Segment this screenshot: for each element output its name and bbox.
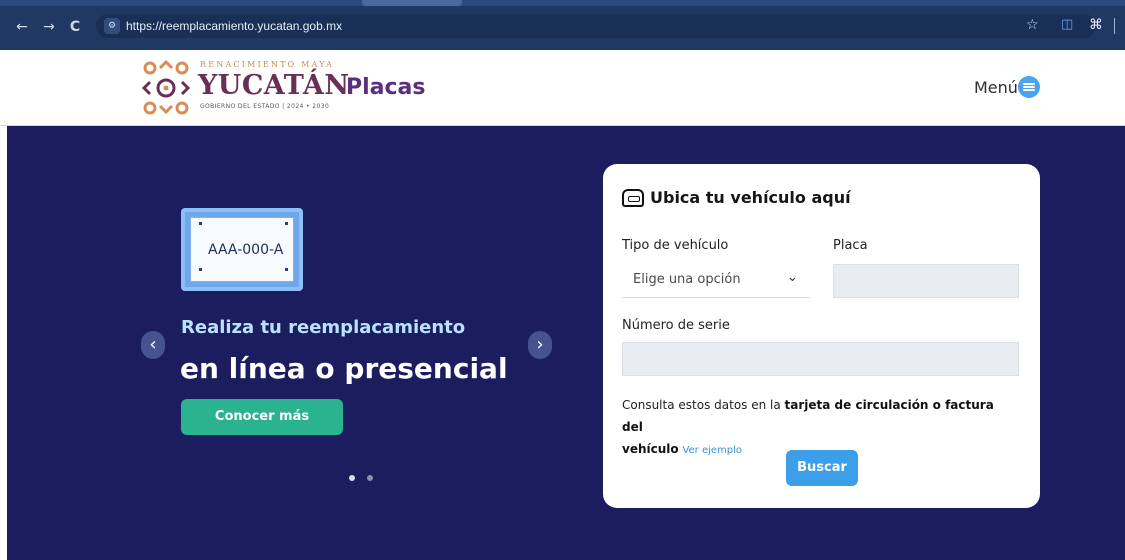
logo-sub-text: GOBIERNO DEL ESTADO | 2024 • 2030 <box>200 103 330 110</box>
license-plate-illustration: AAA-000-A <box>181 208 303 291</box>
plate-bolt-bottom-left <box>199 268 202 271</box>
chevron-down-icon[interactable]: ⌄ <box>787 271 799 284</box>
plate-label: Placa <box>833 238 868 253</box>
vehicle-type-selected-value[interactable]: Elige una opción <box>633 272 741 288</box>
serial-number-input[interactable] <box>622 342 1019 376</box>
plate-bolt-top-right <box>285 222 288 225</box>
browser-divider <box>1114 18 1115 34</box>
carousel-prev-button[interactable]: ‹ <box>141 331 165 359</box>
extension-icon[interactable]: ◫ <box>1061 16 1075 34</box>
yucatan-logo-icon <box>141 59 191 115</box>
reload-icon[interactable]: C <box>66 17 84 37</box>
star-icon[interactable]: ☆ <box>1026 16 1042 34</box>
vehicle-search-title: Ubica tu vehículo aquí <box>650 188 851 207</box>
carousel-next-button[interactable]: › <box>528 331 552 359</box>
forward-icon[interactable]: → <box>40 17 58 37</box>
puzzle-icon[interactable]: ⌘ <box>1089 16 1105 34</box>
learn-more-button[interactable]: Conocer más <box>181 399 343 435</box>
help-text-strong-2: vehículo <box>622 442 679 456</box>
menu-label[interactable]: Menú <box>974 78 1018 98</box>
active-tab[interactable] <box>362 0 462 6</box>
view-example-link[interactable]: Ver ejemplo <box>682 445 742 456</box>
plate-bolt-top-left <box>199 222 202 225</box>
menu-line-1 <box>1023 83 1035 85</box>
help-text-start: Consulta estos datos en la <box>622 398 785 412</box>
section-title[interactable]: Placas <box>346 75 426 101</box>
carousel-dot-inactive[interactable] <box>367 475 373 481</box>
tab-strip <box>0 0 1125 6</box>
logo-main-text: YUCATÁN <box>198 70 350 101</box>
plate-text: AAA-000-A <box>208 242 284 258</box>
logo-top-text: RENACIMIENTO MAYA <box>200 60 335 69</box>
car-icon <box>622 189 644 207</box>
hero-subtitle: Realiza tu reemplacamiento <box>181 317 466 338</box>
hero-title: en línea o presencial <box>180 352 508 385</box>
serial-number-label: Número de serie <box>622 318 730 333</box>
menu-line-3 <box>1023 89 1035 91</box>
url-text[interactable]: https://reemplacamiento.yucatan.gob.mx <box>126 18 342 34</box>
menu-icon[interactable] <box>1018 76 1040 98</box>
menu-line-2 <box>1023 86 1035 88</box>
carousel-dot-active[interactable] <box>349 475 355 481</box>
vehicle-type-label: Tipo de vehículo <box>622 238 729 253</box>
back-icon[interactable]: ← <box>13 17 31 37</box>
search-button[interactable]: Buscar <box>786 450 858 486</box>
plate-input[interactable] <box>833 264 1019 298</box>
site-settings-icon[interactable]: ⚙ <box>104 18 120 34</box>
plate-bolt-bottom-right <box>285 268 288 271</box>
